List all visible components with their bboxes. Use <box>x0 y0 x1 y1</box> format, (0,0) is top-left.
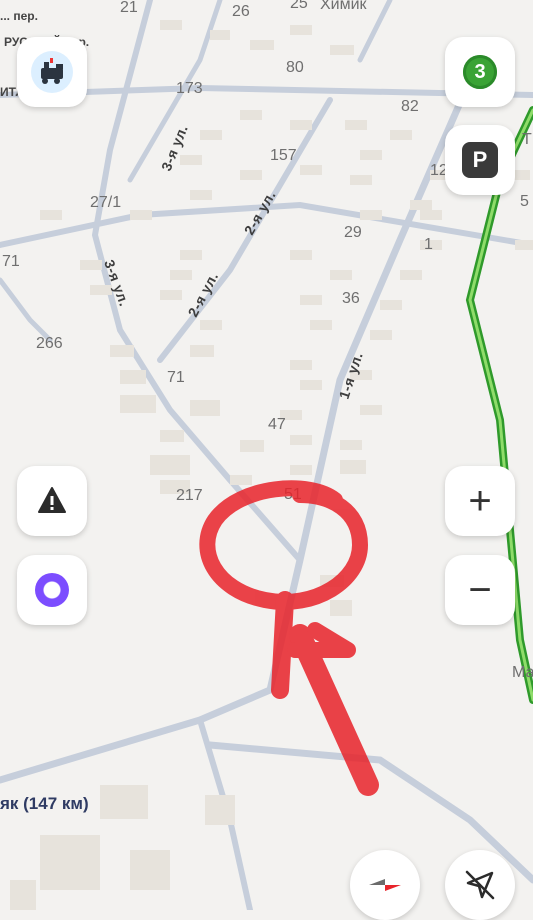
report-road-event-button[interactable] <box>17 466 87 536</box>
parking-icon: P <box>462 142 498 178</box>
place-label: ... пер. <box>0 9 38 23</box>
traffic-level-button[interactable]: 3 <box>445 37 515 107</box>
traffic-level-badge: 3 <box>463 55 497 89</box>
route-distance-label: як (147 км) <box>0 794 89 813</box>
zoom-in-button[interactable]: + <box>445 466 515 536</box>
house-number: 21 <box>120 0 138 16</box>
road-event-warning-icon <box>38 487 66 513</box>
house-number: 157 <box>270 147 297 164</box>
edge-label: Т <box>522 131 532 148</box>
compass-icon <box>369 879 401 891</box>
house-number: 173 <box>176 80 203 97</box>
house-number: 71 <box>167 369 185 386</box>
alice-voice-assistant-icon <box>35 573 69 607</box>
house-number: 1 <box>424 236 433 253</box>
house-number: 82 <box>401 98 419 115</box>
edge-label: Ма <box>512 664 533 681</box>
house-number: 27/1 <box>90 194 121 211</box>
plus-icon: + <box>468 479 492 523</box>
house-number: 47 <box>268 416 286 433</box>
parking-button[interactable]: P <box>445 125 515 195</box>
house-number: 266 <box>36 335 63 352</box>
location-arrow-off-icon <box>465 870 495 900</box>
place-label: Химик <box>320 0 368 13</box>
train-station-button[interactable] <box>17 37 87 107</box>
house-number: 26 <box>232 3 250 20</box>
zoom-out-button[interactable]: − <box>445 555 515 625</box>
house-number: 29 <box>344 224 362 241</box>
house-number: 25 <box>290 0 308 12</box>
minus-icon: − <box>468 568 492 612</box>
house-number: 217 <box>176 487 203 504</box>
train-station-icon <box>31 51 73 93</box>
house-number: 36 <box>342 290 360 307</box>
alice-voice-button[interactable] <box>17 555 87 625</box>
edge-label: 5 <box>520 193 529 210</box>
house-number: 71 <box>2 253 20 270</box>
house-number: 80 <box>286 59 304 76</box>
